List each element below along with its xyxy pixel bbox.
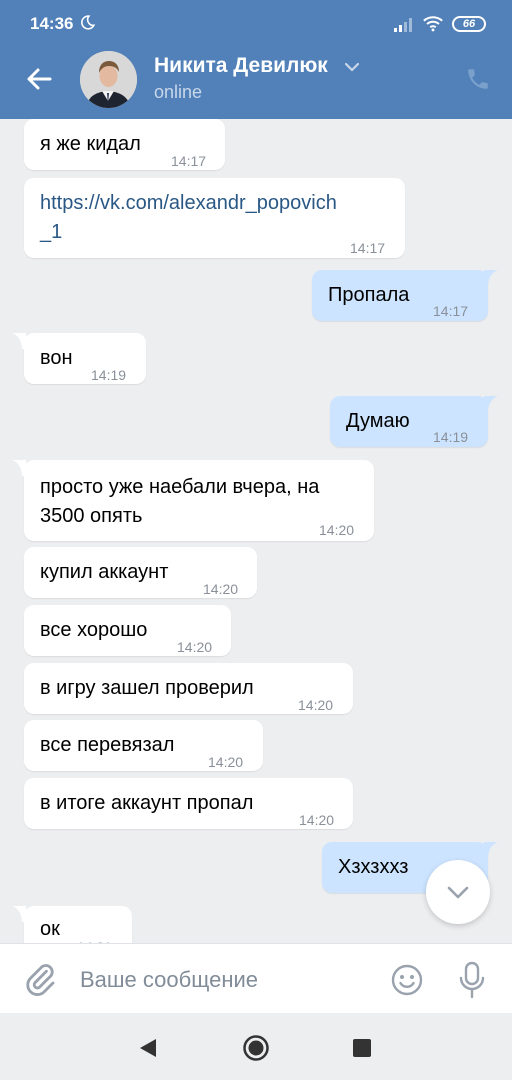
- status-bar: 14:36 66: [0, 0, 512, 46]
- smile-icon[interactable]: [390, 963, 424, 997]
- bubble-tail: [484, 396, 498, 412]
- message-time: 14:20: [177, 639, 213, 655]
- message-time: 14:20: [319, 522, 355, 538]
- message-incoming[interactable]: все перевязал 14:20: [24, 720, 263, 771]
- message-time: 14:17: [171, 153, 207, 169]
- message-text: все хорошо: [40, 619, 148, 641]
- microphone-icon[interactable]: [458, 961, 486, 999]
- chat-header: 14:36 66 Никита Девилюк online: [0, 0, 512, 119]
- paperclip-icon[interactable]: [24, 961, 56, 997]
- message-time: 14:17: [433, 303, 469, 319]
- message-time: 14:17: [350, 240, 386, 256]
- message-time: 14:19: [433, 429, 469, 445]
- battery-indicator: 66: [452, 16, 486, 32]
- message-text: купил аккаунт: [40, 561, 169, 583]
- message-time: 14:20: [203, 581, 239, 597]
- message-list[interactable]: я же кидал 14:17 https://vk.com/alexandr…: [0, 119, 512, 943]
- bubble-tail: [12, 333, 26, 349]
- avatar-photo-icon: [80, 51, 137, 108]
- message-text: все перевязал: [40, 734, 175, 756]
- contact-name[interactable]: Никита Девилюк: [154, 54, 328, 78]
- message-input[interactable]: [80, 962, 370, 998]
- message-incoming[interactable]: ок 14:21: [24, 906, 132, 943]
- bubble-tail: [484, 842, 498, 858]
- moon-icon: [81, 15, 96, 30]
- message-link[interactable]: https://vk.com/alexandr_popovich: [40, 189, 337, 218]
- message-text: в игру зашел проверил: [40, 677, 254, 699]
- wifi-icon: [423, 16, 443, 32]
- message-text: ок: [40, 918, 60, 940]
- nav-recents-icon[interactable]: [353, 1039, 371, 1057]
- bubble-tail: [12, 460, 26, 476]
- arrow-left-icon[interactable]: [24, 64, 54, 94]
- avatar[interactable]: [80, 51, 137, 108]
- nav-back-icon[interactable]: [138, 1037, 158, 1059]
- message-text: просто уже наебали вчера, на: [40, 476, 320, 498]
- message-text: вон: [40, 347, 73, 369]
- message-time: 14:21: [77, 933, 112, 943]
- message-time: 14:20: [208, 754, 244, 770]
- chevron-down-icon: [447, 886, 469, 899]
- message-time: 14:20: [299, 812, 335, 828]
- message-text: в итоге аккаунт пропал: [40, 792, 254, 814]
- message-text: Думаю: [346, 410, 410, 432]
- status-time: 14:36: [30, 14, 74, 33]
- message-incoming[interactable]: в итоге аккаунт пропал 14:20: [24, 778, 353, 829]
- message-incoming[interactable]: купил аккаунт 14:20: [24, 547, 257, 598]
- bubble-tail: [484, 270, 498, 286]
- bubble-tail: [12, 906, 26, 922]
- message-incoming[interactable]: я же кидал 14:17: [24, 119, 225, 170]
- system-nav-bar: [0, 1013, 512, 1080]
- message-incoming[interactable]: вон 14:19: [24, 333, 146, 384]
- message-text-continued: 3500 опять: [40, 505, 143, 527]
- message-text: Хзхзххз: [338, 856, 409, 878]
- signal-icon: [394, 18, 412, 32]
- message-text: Пропала: [328, 284, 410, 306]
- message-time: 14:19: [91, 367, 127, 383]
- message-outgoing[interactable]: Думаю 14:19: [330, 396, 488, 447]
- message-incoming[interactable]: просто уже наебали вчера, на 3500 опять …: [24, 460, 374, 541]
- message-composer: [0, 943, 512, 1013]
- message-incoming[interactable]: все хорошо 14:20: [24, 605, 231, 656]
- chevron-down-icon[interactable]: [343, 60, 361, 74]
- scroll-down-button[interactable]: [426, 860, 490, 924]
- message-incoming[interactable]: в игру зашел проверил 14:20: [24, 663, 353, 714]
- nav-home-icon[interactable]: [242, 1034, 270, 1062]
- phone-icon[interactable]: [465, 66, 491, 92]
- message-link-continued[interactable]: _1: [40, 218, 62, 247]
- contact-status: online: [154, 82, 203, 102]
- message-outgoing[interactable]: Пропала 14:17: [312, 270, 488, 321]
- message-time: 14:20: [298, 697, 334, 713]
- message-incoming[interactable]: https://vk.com/alexandr_popovich _1 14:1…: [24, 178, 405, 258]
- message-text: я же кидал: [40, 133, 141, 155]
